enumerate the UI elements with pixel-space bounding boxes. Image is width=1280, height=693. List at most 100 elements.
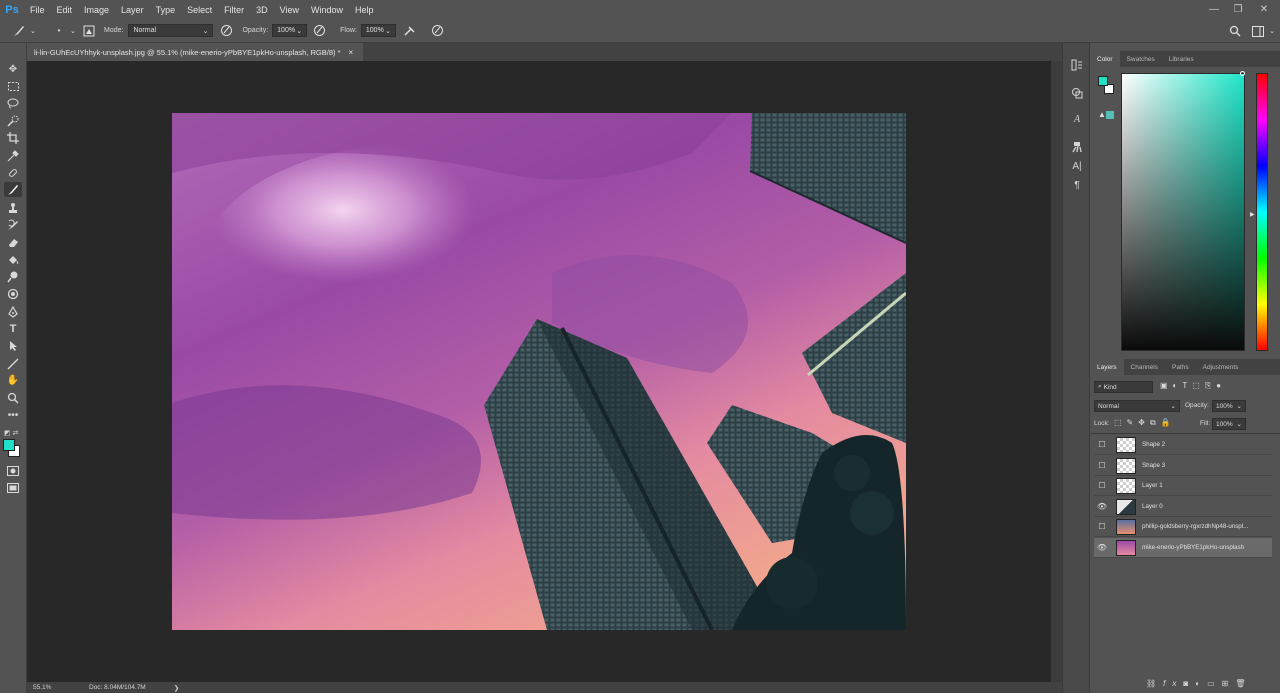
- layer-name[interactable]: Shape 2: [1142, 441, 1165, 448]
- tab-paths[interactable]: Paths: [1165, 359, 1196, 375]
- layer-row-selected[interactable]: 👁 mike-enerio-yPbBYE1pkHo-unsplash: [1094, 538, 1272, 558]
- tab-channels[interactable]: Channels: [1124, 359, 1165, 375]
- layer-row[interactable]: ☐ Layer 1: [1094, 476, 1272, 496]
- link-layers-icon[interactable]: ⛓: [1146, 679, 1163, 688]
- quick-mask-icon[interactable]: [4, 463, 22, 478]
- clone-stamp-tool-icon[interactable]: [4, 200, 22, 215]
- brush-tool-icon[interactable]: [4, 182, 22, 197]
- visibility-toggle[interactable]: ☐: [1094, 481, 1110, 490]
- lock-icons[interactable]: ⬚✎✥⧉🔒: [1114, 418, 1176, 428]
- foreground-color-swatch[interactable]: [1098, 76, 1108, 86]
- layer-row[interactable]: 👁 Layer 0: [1094, 497, 1272, 517]
- eye-icon[interactable]: 👁: [1094, 543, 1110, 552]
- menu-edit[interactable]: Edit: [51, 5, 79, 15]
- menu-view[interactable]: View: [274, 5, 305, 15]
- character-styles-icon[interactable]: A: [1069, 111, 1085, 127]
- color-picker-cursor[interactable]: [1240, 71, 1245, 76]
- hue-slider[interactable]: [1256, 73, 1268, 351]
- menu-layer[interactable]: Layer: [115, 5, 150, 15]
- layer-row[interactable]: ☐ Shape 2: [1094, 435, 1272, 455]
- close-tab-icon[interactable]: ×: [349, 48, 354, 57]
- brush-presets-icon[interactable]: [1069, 139, 1085, 155]
- pressure-size-icon[interactable]: [429, 22, 447, 40]
- brush-size-icon[interactable]: •: [50, 22, 68, 40]
- document-image[interactable]: [172, 113, 906, 630]
- menu-help[interactable]: Help: [349, 5, 380, 15]
- zoom-tool-icon[interactable]: [4, 390, 22, 405]
- layer-row[interactable]: ☐ phillip-goldsberry-rgxrzdhNp48-unspl..…: [1094, 517, 1272, 537]
- paragraph-icon[interactable]: ¶: [1069, 177, 1085, 193]
- hue-slider-handle-icon[interactable]: ▶: [1250, 211, 1255, 218]
- status-arrow-icon[interactable]: ❯: [174, 684, 179, 692]
- layer-opacity-input[interactable]: 100% ⌄: [1212, 400, 1246, 412]
- vertical-scrollbar[interactable]: [1051, 61, 1062, 682]
- crop-tool-icon[interactable]: [4, 130, 22, 145]
- tab-libraries[interactable]: Libraries: [1162, 51, 1201, 67]
- layer-name[interactable]: Shape 3: [1142, 462, 1165, 469]
- menu-type[interactable]: Type: [150, 5, 182, 15]
- dodge-tool-icon[interactable]: [4, 269, 22, 284]
- pressure-opacity-icon[interactable]: [310, 22, 328, 40]
- airbrush-icon[interactable]: [401, 22, 419, 40]
- new-layer-icon[interactable]: ⊞: [1222, 679, 1236, 688]
- more-tools-icon[interactable]: •••: [4, 408, 22, 423]
- tab-color[interactable]: Color: [1090, 51, 1120, 67]
- menu-select[interactable]: Select: [181, 5, 218, 15]
- fill-input[interactable]: 100% ⌄: [1212, 418, 1246, 430]
- opacity-input[interactable]: 100% ⌄: [272, 24, 308, 37]
- pressure-opacity-icon[interactable]: [217, 22, 235, 40]
- path-selection-tool-icon[interactable]: [4, 338, 22, 353]
- minimize-icon[interactable]: —: [1203, 0, 1225, 19]
- visibility-toggle[interactable]: ☐: [1094, 440, 1110, 449]
- character-icon[interactable]: A|: [1069, 158, 1085, 174]
- layer-row[interactable]: ☐ Shape 3: [1094, 456, 1272, 476]
- marquee-tool-icon[interactable]: [4, 79, 22, 94]
- menu-image[interactable]: Image: [78, 5, 115, 15]
- zoom-level[interactable]: 55.1%: [33, 684, 73, 691]
- chevron-down-icon[interactable]: ⌄: [1263, 22, 1280, 40]
- healing-brush-tool-icon[interactable]: [4, 165, 22, 180]
- history-icon[interactable]: [1069, 57, 1085, 73]
- foreground-color-swatch[interactable]: [3, 439, 15, 451]
- menu-file[interactable]: File: [24, 5, 51, 15]
- layer-filter-dropdown[interactable]: ⌕ Kind: [1094, 381, 1153, 393]
- close-icon[interactable]: ✕: [1253, 0, 1275, 19]
- visibility-toggle[interactable]: ☐: [1094, 522, 1110, 531]
- restore-icon[interactable]: ❐: [1227, 0, 1249, 19]
- layer-name[interactable]: Layer 0: [1142, 503, 1163, 510]
- layer-name[interactable]: mike-enerio-yPbBYE1pkHo-unsplash: [1142, 544, 1244, 551]
- chevron-down-icon[interactable]: ⌄: [68, 22, 78, 40]
- menu-filter[interactable]: Filter: [218, 5, 250, 15]
- layer-filter-icons[interactable]: ▣◐T⬚⎘●: [1160, 381, 1226, 391]
- mode-dropdown[interactable]: Normal ⌄: [128, 24, 214, 37]
- quick-selection-tool-icon[interactable]: [4, 113, 22, 128]
- type-tool-icon[interactable]: T: [4, 321, 22, 336]
- flow-input[interactable]: 100% ⌄: [360, 24, 396, 37]
- screen-mode-icon[interactable]: [4, 480, 22, 495]
- trash-icon[interactable]: 🗑: [1235, 679, 1252, 688]
- clone-source-icon[interactable]: [1069, 85, 1085, 101]
- lasso-tool-icon[interactable]: [4, 96, 22, 111]
- blend-mode-dropdown[interactable]: Normal ⌄: [1094, 400, 1180, 412]
- tab-adjustments[interactable]: Adjustments: [1196, 359, 1246, 375]
- chevron-down-icon[interactable]: ⌄: [28, 22, 38, 40]
- layer-name[interactable]: Layer 1: [1142, 482, 1163, 489]
- canvas-workspace[interactable]: [27, 61, 1051, 682]
- visibility-toggle[interactable]: ☐: [1094, 461, 1110, 470]
- gamut-swatch[interactable]: [1106, 111, 1114, 119]
- tab-layers[interactable]: Layers: [1090, 359, 1124, 375]
- move-tool-icon[interactable]: ✥: [4, 62, 22, 77]
- new-group-icon[interactable]: ▭: [1207, 679, 1222, 688]
- eraser-tool-icon[interactable]: [4, 234, 22, 249]
- document-tab[interactable]: li-lin-GUhEcUYhhyk-unsplash.jpg @ 55.1% …: [27, 43, 363, 61]
- search-icon[interactable]: [1226, 22, 1244, 40]
- fx-icon[interactable]: fx: [1163, 679, 1183, 688]
- paint-bucket-tool-icon[interactable]: [4, 252, 22, 267]
- menu-3d[interactable]: 3D: [250, 5, 274, 15]
- pen-tool-icon[interactable]: [4, 304, 22, 319]
- tab-swatches[interactable]: Swatches: [1120, 51, 1162, 67]
- eyedropper-tool-icon[interactable]: [4, 148, 22, 163]
- hand-tool-icon[interactable]: ✋: [4, 373, 22, 388]
- history-brush-tool-icon[interactable]: [4, 217, 22, 232]
- color-field[interactable]: [1121, 73, 1245, 351]
